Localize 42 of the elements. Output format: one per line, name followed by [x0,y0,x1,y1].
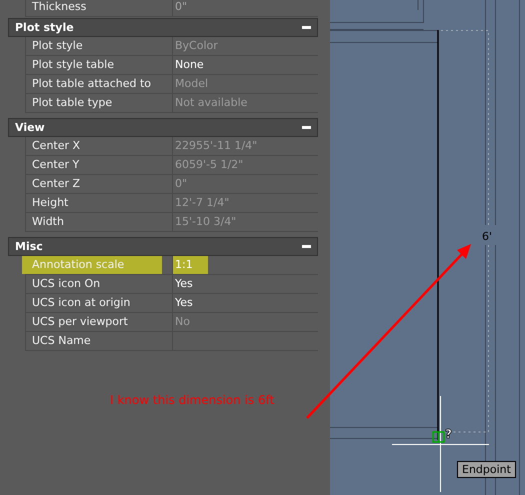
annotation-note: I know this dimension is 6ft [110,393,274,407]
property-value[interactable]: 6059'-5 1/2" [175,158,244,171]
property-value[interactable]: None [175,58,204,71]
collapse-icon[interactable] [302,26,311,29]
property-label: Center Y [26,156,173,174]
property-value[interactable]: 1:1 [173,256,208,274]
collapse-icon[interactable] [302,245,311,248]
property-value[interactable]: Not available [175,96,248,109]
property-value[interactable]: No [175,315,190,328]
endpoint-snap-icon [432,431,445,443]
property-label: Plot table attached to [26,75,173,93]
property-value[interactable]: 12'-7 1/4" [175,196,230,209]
property-label: UCS icon On [26,275,173,293]
collapse-icon[interactable] [302,126,311,129]
property-value[interactable]: Model [175,77,208,90]
section-header[interactable]: Misc [8,237,318,256]
property-label: Width [26,213,173,231]
property-label: Plot style [26,37,173,55]
dimension-text: 6' [482,230,492,243]
property-label: Plot table type [26,94,173,112]
property-label: UCS per viewport [26,313,173,331]
section-title: View [15,121,45,134]
section-title: Plot style [15,21,74,34]
property-value[interactable]: ByColor [175,39,218,52]
property-label: Center Z [26,175,173,193]
section-title: Misc [15,240,43,253]
question-mark-text: ? [445,427,452,441]
section-header[interactable]: View [8,118,318,137]
property-label: Center X [26,137,173,155]
property-label: UCS Name [26,332,173,350]
property-label: UCS icon at origin [26,294,173,312]
snap-tooltip: Endpoint [457,461,516,478]
property-value[interactable]: 0" [175,177,188,190]
property-value[interactable]: Yes [175,296,193,309]
property-value[interactable]: 0" [173,0,318,16]
property-value[interactable]: Yes [175,277,193,290]
property-value[interactable]: 22955'-11 1/4" [175,139,258,152]
property-value[interactable]: 15'-10 3/4" [175,215,236,228]
property-label: Thickness [26,0,173,16]
section-header[interactable]: Plot style [8,18,318,37]
property-label: Height [26,194,173,212]
property-label: Plot style table [26,56,173,74]
